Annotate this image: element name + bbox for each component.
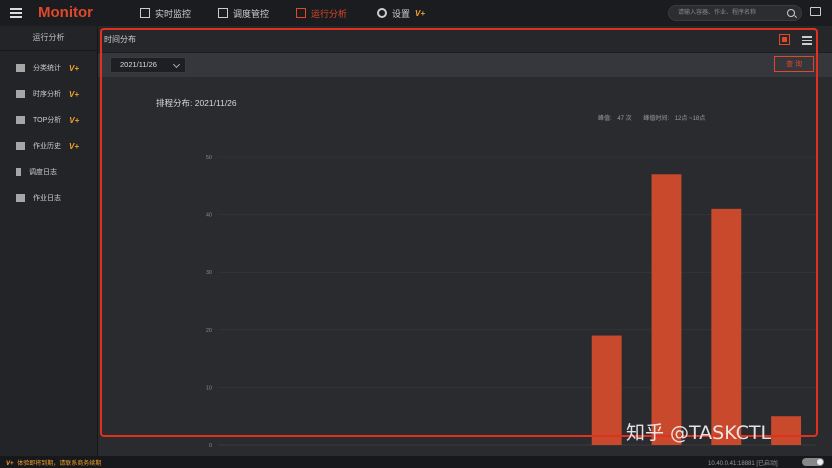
status-bar: V+ 体验即将到期，请联系商务续期 10.40.0.41:18881 [已启动] [0, 456, 832, 468]
app-brand: Monitor [38, 4, 93, 21]
history-icon [16, 142, 25, 150]
sidebar-item-label: 作业历史 [33, 143, 61, 150]
sliders-icon [16, 194, 25, 202]
server-info: 10.40.0.41:18881 [已启动] [708, 458, 778, 467]
y-tick-label: 40 [206, 213, 212, 219]
filter-toolbar: 2021/11/26 查 询 [98, 53, 832, 77]
analysis-icon [296, 8, 306, 18]
vip-badge: V+ [69, 115, 80, 125]
sidebar-item-top-analysis[interactable]: TOP分析 V+ [0, 107, 97, 133]
date-select[interactable]: 2021/11/26 [110, 57, 186, 73]
panel-title: 时间分布 [104, 35, 136, 44]
y-tick-label: 20 [206, 328, 212, 334]
chevron-down-icon [172, 60, 181, 69]
y-tick-label: 10 [206, 385, 212, 391]
vip-badge: V+ [6, 461, 14, 467]
sidebar-item-label: 分类统计 [33, 65, 61, 72]
sidebar-item-label: 作业日志 [33, 195, 61, 202]
bar [651, 174, 682, 445]
chart-view-icon[interactable] [779, 34, 790, 45]
status-message: 体验即将到期，请联系商务续期 [17, 461, 102, 467]
vip-badge: V+ [69, 141, 80, 151]
bolt-icon [16, 168, 21, 176]
query-button[interactable]: 查 询 [774, 56, 814, 72]
nav-item-schedule-control[interactable]: 调度管控 [218, 0, 269, 26]
sidebar-item-schedule-log[interactable]: 调度日志 [0, 159, 97, 185]
nav-label: 实时监控 [155, 8, 192, 19]
connection-status: [已启动] [756, 461, 778, 467]
connection-toggle[interactable] [802, 458, 824, 466]
main-panel: 时间分布 2021/11/26 查 询 排程分布: 2021/11/26 峰值:… [98, 26, 832, 456]
nav-item-realtime-monitor[interactable]: 实时监控 [140, 0, 191, 26]
search-input[interactable] [678, 8, 784, 18]
nav-item-settings[interactable]: 设置 V+ [377, 0, 425, 26]
bar [591, 335, 622, 445]
sidebar-item-category-stats[interactable]: 分类统计 V+ [0, 55, 97, 81]
y-tick-label: 30 [206, 270, 212, 276]
watermark: 知乎 @TASKCTL [626, 422, 772, 444]
vip-badge: V+ [69, 89, 80, 99]
bar [711, 208, 742, 445]
vip-badge: V+ [69, 63, 80, 73]
sidebar-item-timing-analysis[interactable]: 时序分析 V+ [0, 81, 97, 107]
sidebar-item-label: 调度日志 [29, 169, 57, 176]
status-notice: V+ 体验即将到期，请联系商务续期 [6, 458, 101, 467]
sidebar-item-label: 时序分析 [33, 91, 61, 98]
search-box[interactable] [668, 5, 802, 21]
sidebar-title: 运行分析 [0, 26, 97, 51]
y-tick-label: 50 [206, 155, 212, 161]
y-tick-label: 0 [209, 443, 212, 447]
vip-badge: V+ [415, 8, 426, 18]
nav-label: 运行分析 [311, 8, 348, 19]
gear-icon [377, 8, 387, 18]
server-address: 10.40.0.41:18881 [708, 461, 755, 467]
nav-label: 调度管控 [233, 8, 270, 19]
nav-label: 设置 [392, 8, 411, 19]
nav-item-run-analysis[interactable]: 运行分析 [296, 0, 347, 26]
sidebar-item-job-history[interactable]: 作业历史 V+ [0, 133, 97, 159]
sidebar-item-job-log[interactable]: 作业日志 [0, 185, 97, 211]
message-icon[interactable] [810, 7, 821, 16]
category-icon [16, 64, 25, 72]
sidebar-item-label: TOP分析 [33, 117, 62, 124]
date-value: 2021/11/26 [120, 60, 157, 69]
top-icon [16, 116, 25, 124]
search-icon[interactable] [787, 9, 795, 17]
hamburger-menu-icon[interactable] [10, 6, 22, 18]
control-icon [218, 8, 228, 18]
chart-area: 排程分布: 2021/11/26 峰值: 47 次 峰值时间: 12点 ~18点… [98, 77, 832, 447]
panel-header: 时间分布 [98, 26, 832, 53]
top-bar: Monitor 实时监控 调度管控 运行分析 设置 V+ [0, 0, 832, 27]
bar-chart: 010203040500-22-44-66-88-1010-1212-1414-… [206, 155, 816, 447]
settings-sliders-icon[interactable] [802, 34, 812, 45]
sidebar: 运行分析 分类统计 V+ 时序分析 V+ TOP分析 V+ 作业历史 V+ 调度… [0, 26, 98, 456]
list-icon [16, 90, 25, 98]
monitor-icon [140, 8, 150, 18]
bar [771, 416, 802, 445]
